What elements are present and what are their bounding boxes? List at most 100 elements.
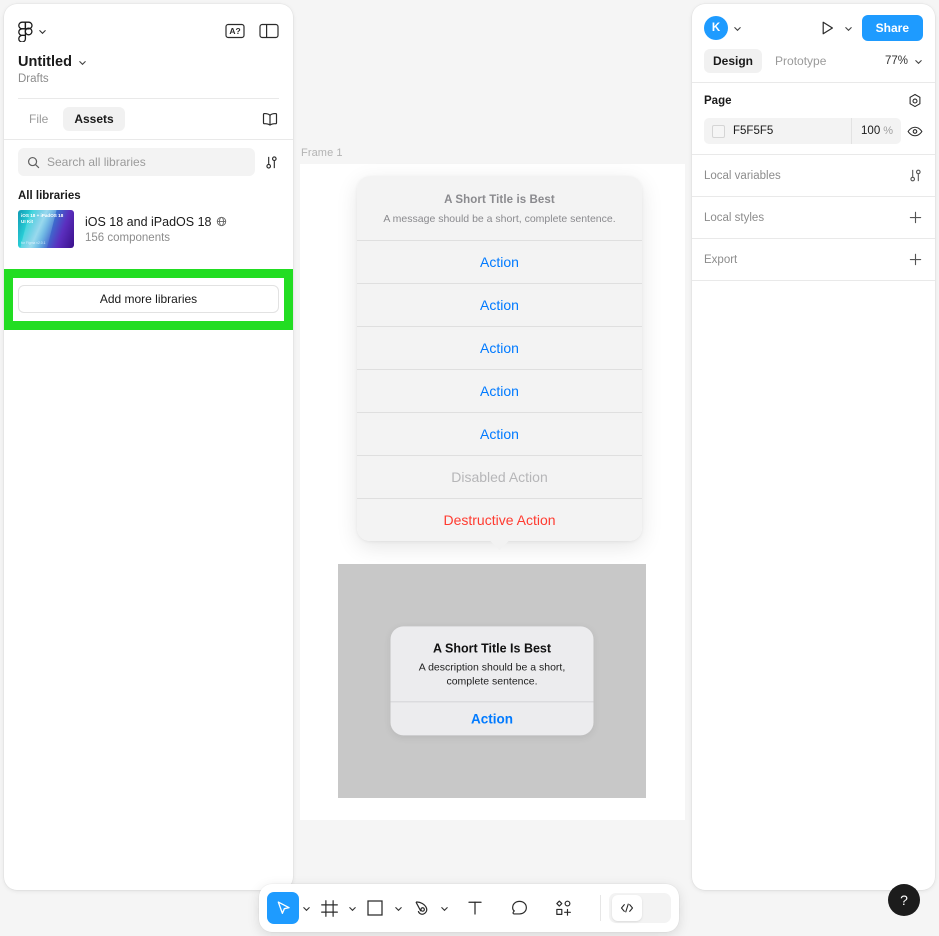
- frame-tool[interactable]: [313, 884, 359, 932]
- pen-tool[interactable]: [405, 884, 451, 932]
- search-icon: [27, 156, 40, 169]
- chevron-down-icon[interactable]: [299, 904, 313, 913]
- library-component-count: 156 components: [85, 231, 171, 244]
- tab-file[interactable]: File: [18, 107, 59, 131]
- variables-sliders-icon[interactable]: [908, 168, 923, 183]
- page-section-title: Page: [704, 95, 732, 107]
- add-more-libraries-button[interactable]: Add more libraries: [18, 285, 279, 313]
- action-sheet-row[interactable]: Action: [357, 283, 642, 326]
- page-opacity-value[interactable]: 100: [861, 125, 880, 137]
- pen-icon[interactable]: [405, 892, 437, 924]
- divider: [600, 895, 601, 921]
- action-sheet-message: A message should be a short, complete se…: [383, 213, 616, 225]
- zoom-control[interactable]: 77%: [885, 55, 923, 67]
- alert-header: A Short Title Is Best A description shou…: [391, 626, 594, 701]
- chevron-down-icon[interactable]: [391, 904, 405, 913]
- figma-app-window: { "app": { "name": "Figma" }, "left_pane…: [0, 0, 939, 936]
- action-sheet-row[interactable]: Action: [357, 240, 642, 283]
- library-thumbnail: iOS 18 + iPadOS 18 UI Kit for Figma v2.0.…: [18, 210, 74, 248]
- text-tool[interactable]: [459, 884, 491, 932]
- left-sidebar: A? Untitled Drafts File Assets Search al…: [4, 4, 293, 890]
- help-button[interactable]: ?: [888, 884, 920, 916]
- ios-alert-dialog[interactable]: A Short Title Is Best A description shou…: [390, 626, 594, 736]
- figma-menu-button[interactable]: [18, 21, 47, 42]
- color-swatch[interactable]: [712, 124, 725, 138]
- plugins-grid-icon[interactable]: [547, 892, 579, 924]
- action-sheet-row[interactable]: Action: [357, 412, 642, 455]
- action-sheet-tail-icon: [489, 540, 510, 551]
- svg-text:A?: A?: [229, 26, 240, 36]
- shape-tool[interactable]: [359, 884, 405, 932]
- export-label: Export: [704, 253, 738, 266]
- action-sheet-row[interactable]: Action: [357, 326, 642, 369]
- design-canvas[interactable]: Frame 1 A Short Title is Best A message …: [293, 0, 692, 936]
- alert-description: A description should be a short, complet…: [418, 661, 566, 688]
- avatar[interactable]: K: [704, 16, 728, 40]
- plus-icon[interactable]: [908, 210, 923, 225]
- local-variables-label: Local variables: [704, 169, 781, 182]
- search-placeholder: Search all libraries: [47, 155, 146, 169]
- comment-tool[interactable]: [503, 884, 535, 932]
- action-sheet-title: A Short Title is Best: [444, 194, 555, 206]
- tab-assets[interactable]: Assets: [63, 107, 125, 131]
- book-icon[interactable]: [261, 112, 279, 127]
- ios-action-sheet[interactable]: A Short Title is Best A message should b…: [357, 176, 642, 551]
- spellcheck-icon[interactable]: A?: [225, 23, 245, 39]
- bottom-toolbar: [259, 884, 679, 932]
- alert-backdrop: A Short Title Is Best A description shou…: [338, 564, 646, 798]
- document-location[interactable]: Drafts: [18, 73, 279, 85]
- code-brackets-icon[interactable]: [612, 895, 642, 921]
- dev-mode-toggle[interactable]: [609, 893, 671, 923]
- plus-icon[interactable]: [908, 252, 923, 267]
- library-list-item[interactable]: iOS 18 + iPadOS 18 UI Kit for Figma v2.0.…: [4, 204, 293, 254]
- export-row[interactable]: Export: [692, 239, 935, 280]
- tab-design[interactable]: Design: [704, 49, 763, 73]
- chevron-down-icon[interactable]: [345, 904, 359, 913]
- chevron-down-icon[interactable]: [437, 904, 451, 913]
- zoom-level: 77%: [884, 55, 908, 67]
- page-color-field[interactable]: F5F5F5 100 %: [704, 118, 901, 144]
- chevron-down-icon[interactable]: [844, 24, 853, 33]
- move-tool[interactable]: [267, 884, 313, 932]
- right-sidebar: K Share Design Prototype 77% Page F5F5F5…: [692, 4, 935, 890]
- present-play-icon[interactable]: [820, 20, 835, 36]
- filter-sliders-icon[interactable]: [264, 155, 279, 170]
- comment-bubble-icon[interactable]: [503, 892, 535, 924]
- chevron-down-icon[interactable]: [733, 24, 742, 33]
- all-libraries-label: All libraries: [18, 190, 81, 202]
- account-menu-button[interactable]: K: [704, 16, 742, 40]
- action-sheet-row-destructive[interactable]: Destructive Action: [357, 498, 642, 541]
- share-button[interactable]: Share: [861, 15, 923, 41]
- chevron-down-icon[interactable]: [914, 57, 923, 66]
- square-icon[interactable]: [359, 892, 391, 924]
- eye-icon[interactable]: [907, 125, 923, 138]
- thumb-line-2: UI Kit: [21, 218, 33, 224]
- thumb-line-1: iOS 18 + iPadOS 18: [21, 213, 64, 218]
- action-sheet-row[interactable]: Action: [357, 369, 642, 412]
- page-section: Page F5F5F5 100 %: [692, 83, 935, 154]
- action-sheet-header: A Short Title is Best A message should b…: [357, 176, 642, 240]
- alert-action-button[interactable]: Action: [390, 701, 594, 736]
- frame-hash-icon[interactable]: [313, 892, 345, 924]
- page-settings-icon[interactable]: [907, 93, 923, 109]
- figma-logo-icon[interactable]: [18, 21, 33, 42]
- divider: [692, 280, 935, 281]
- search-input[interactable]: Search all libraries: [18, 148, 255, 176]
- cursor-icon[interactable]: [267, 892, 299, 924]
- tab-prototype[interactable]: Prototype: [766, 49, 835, 73]
- actions-tool[interactable]: [547, 884, 579, 932]
- chevron-down-icon[interactable]: [38, 27, 47, 36]
- page-color-hex[interactable]: F5F5F5: [733, 125, 773, 137]
- action-sheet-row-disabled: Disabled Action: [357, 455, 642, 498]
- local-styles-row[interactable]: Local styles: [692, 197, 935, 238]
- layout-panel-icon[interactable]: [259, 23, 279, 39]
- frame-1[interactable]: A Short Title is Best A message should b…: [300, 164, 685, 820]
- thumb-line-3: for Figma v2.0.1: [21, 241, 46, 245]
- page-opacity-unit: %: [883, 125, 893, 137]
- chevron-down-icon[interactable]: [78, 58, 87, 67]
- frame-label[interactable]: Frame 1: [301, 147, 343, 159]
- panel-tabs-row: File Assets: [4, 99, 293, 139]
- text-T-icon[interactable]: [459, 892, 491, 924]
- document-title-row[interactable]: Untitled: [18, 54, 279, 70]
- local-variables-row[interactable]: Local variables: [692, 155, 935, 196]
